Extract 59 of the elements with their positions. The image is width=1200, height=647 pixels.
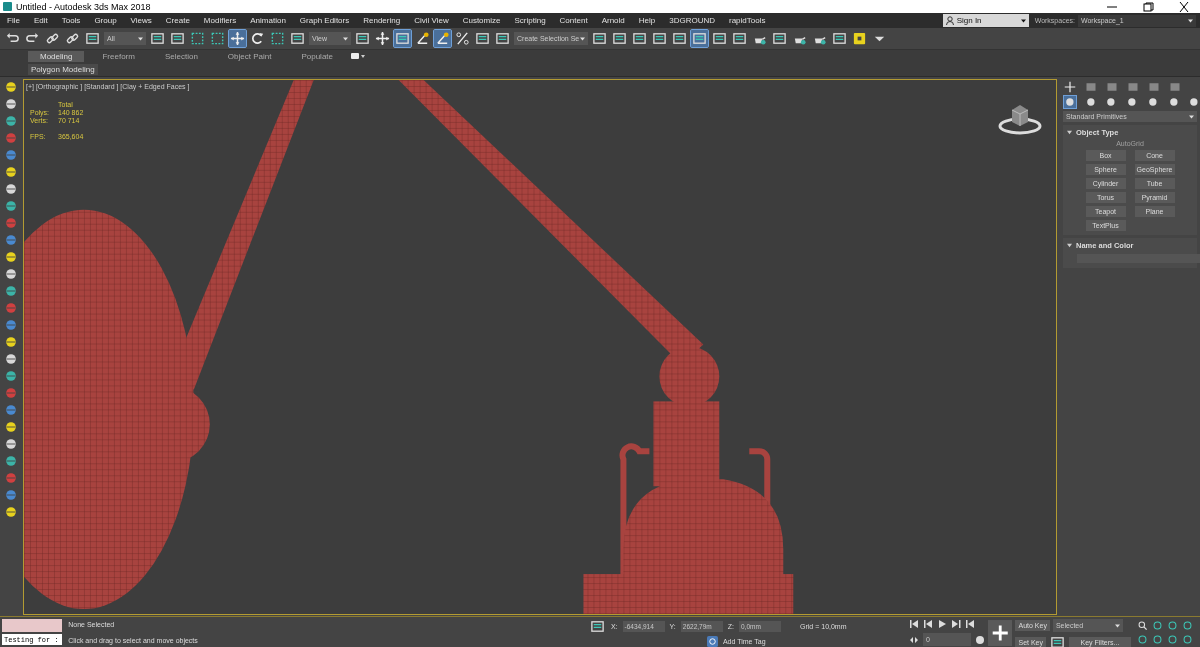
prev-frame-icon[interactable] — [923, 619, 933, 629]
dashed-square-icon[interactable] — [189, 30, 206, 47]
menu-item[interactable]: Help — [631, 16, 663, 25]
menu-item[interactable]: Scripting — [507, 16, 553, 25]
plus-icon[interactable] — [1064, 81, 1076, 93]
menu-item[interactable]: Animation — [243, 16, 293, 25]
ribbon-tab[interactable]: Selection — [152, 50, 210, 62]
menu-item[interactable]: Modifiers — [196, 16, 244, 25]
ribbon-tab[interactable]: Modeling — [28, 50, 85, 62]
set-key-plus-icon[interactable] — [988, 619, 1013, 646]
app-logo-icon — [3, 2, 12, 11]
ribbon-tab[interactable]: Populate — [289, 50, 345, 62]
sticky-note-icon[interactable] — [851, 30, 868, 47]
time-tag-icon[interactable] — [706, 636, 718, 647]
play-icon[interactable] — [937, 619, 947, 629]
ribbon-tab[interactable]: Object Paint — [215, 50, 284, 62]
menu-item[interactable]: rapidTools — [722, 16, 773, 25]
crosshair-icon[interactable] — [374, 30, 391, 47]
ribbon-tab[interactable]: Freeform — [90, 50, 147, 62]
ribbon-panel-tab[interactable]: Polygon Modeling — [28, 63, 98, 75]
menu-item[interactable]: Tools — [54, 16, 88, 25]
menu-item[interactable]: Graph Editors — [292, 16, 357, 25]
next-frame-icon[interactable] — [951, 619, 961, 629]
collapse-icon[interactable] — [1067, 243, 1072, 248]
caret-icon — [138, 36, 143, 41]
scale-icon[interactable] — [269, 30, 286, 47]
caret-icon — [1114, 623, 1120, 628]
ribbon-options-icon[interactable] — [351, 52, 365, 60]
menu-item[interactable]: Views — [123, 16, 159, 25]
caret-icon — [343, 36, 348, 41]
menu-item[interactable]: Create — [158, 16, 197, 25]
user-icon — [945, 16, 954, 25]
window-title: Untitled - Autodesk 3ds Max 2018 — [16, 1, 151, 12]
skip-end-icon[interactable] — [965, 619, 975, 629]
percent-icon[interactable] — [454, 30, 471, 47]
caret-icon — [1188, 18, 1193, 23]
menu-item[interactable]: File — [0, 16, 27, 25]
close-icon[interactable] — [1178, 1, 1190, 12]
menu-item[interactable]: Arnold — [594, 16, 632, 25]
move-icon[interactable] — [229, 30, 246, 47]
menu-item[interactable]: Customize — [455, 16, 508, 25]
zoom-icon[interactable] — [1137, 620, 1148, 631]
skip-start-icon[interactable] — [909, 619, 919, 629]
menu-item[interactable]: Group — [87, 16, 124, 25]
collapse-icon[interactable] — [1067, 130, 1072, 135]
restore-icon[interactable] — [1142, 1, 1154, 12]
menu-item[interactable]: Civil View — [407, 16, 456, 25]
caret-icon — [1189, 114, 1194, 119]
caret-icon — [580, 36, 585, 41]
menu-item[interactable]: 3DGROUND — [662, 16, 722, 25]
angle-snap-icon[interactable] — [434, 30, 451, 47]
crossing-square-icon[interactable] — [209, 30, 226, 47]
listener-field[interactable] — [2, 619, 63, 632]
sign-in-dropdown[interactable]: Sign In — [942, 14, 1029, 27]
caret-icon — [1020, 18, 1026, 23]
menu-item[interactable]: Content — [552, 16, 595, 25]
rotate-icon[interactable] — [249, 30, 266, 47]
menu-item[interactable]: Rendering — [356, 16, 408, 25]
menu-item[interactable]: Edit — [26, 16, 55, 25]
